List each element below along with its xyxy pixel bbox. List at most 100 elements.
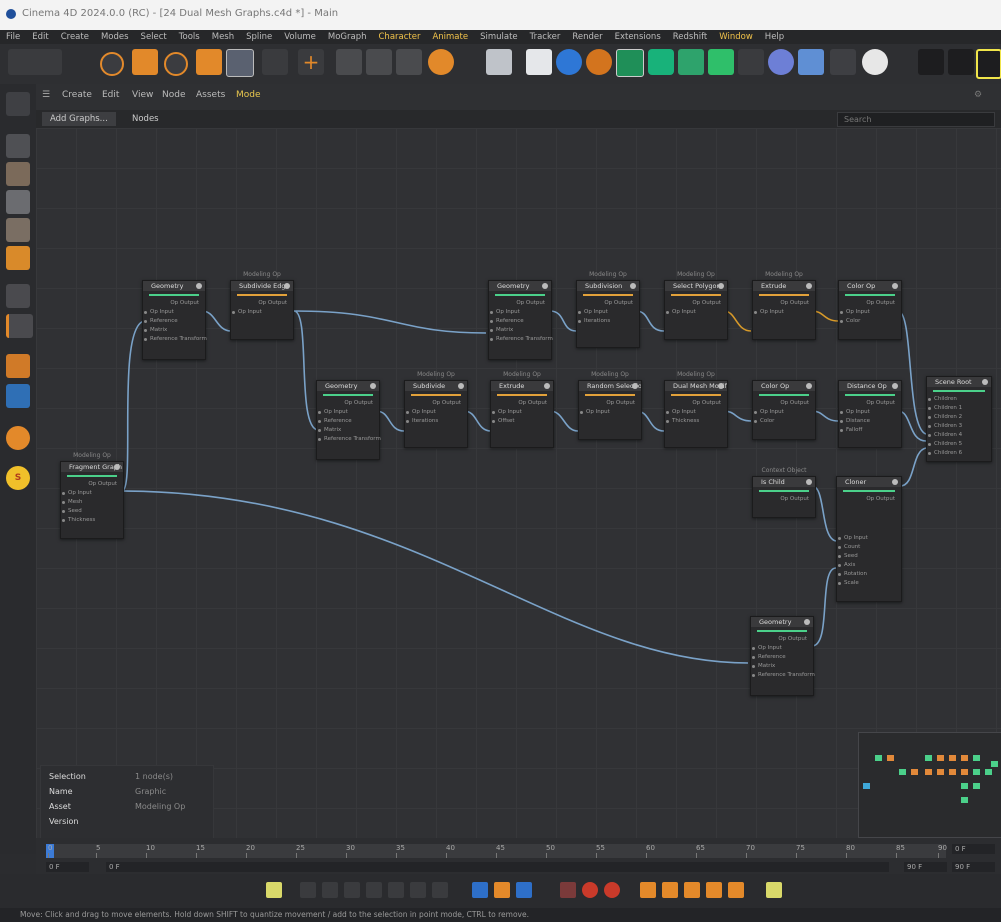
sound-icon[interactable]: [516, 882, 532, 898]
node-geometry-1[interactable]: Geometry Op Output Op Input Reference Ma…: [142, 280, 207, 360]
scale-key-icon[interactable]: [684, 882, 700, 898]
node-minimap[interactable]: [858, 732, 1001, 838]
node-output[interactable]: Op Output: [231, 299, 293, 308]
node-output[interactable]: Op Output: [837, 495, 901, 504]
menu-edit[interactable]: Edit: [26, 30, 54, 44]
node-port[interactable]: Matrix: [317, 426, 379, 435]
node-menu-icon[interactable]: [632, 383, 638, 389]
node-port[interactable]: Op Input: [317, 408, 379, 417]
node-menu-icon[interactable]: [718, 383, 724, 389]
menu-simulate[interactable]: Simulate: [474, 30, 524, 44]
timeline-ruler[interactable]: 0 5 10 15 20 25 30 35 40 45 50 55 60 65 …: [46, 844, 947, 858]
model-mode-icon[interactable]: [6, 134, 30, 158]
node-port[interactable]: Op Input: [579, 408, 641, 417]
node-port[interactable]: Op Input: [405, 408, 467, 417]
node-port[interactable]: Children 5: [927, 440, 991, 449]
menu-redshift[interactable]: Redshift: [667, 30, 714, 44]
node-menu-icon[interactable]: [804, 619, 810, 625]
node-port[interactable]: Op Input: [839, 308, 901, 317]
node-port[interactable]: Op Input: [837, 534, 901, 543]
snap-icon[interactable]: [262, 49, 288, 75]
node-output[interactable]: Op Output: [753, 299, 815, 308]
point-level-key-icon[interactable]: [728, 882, 744, 898]
node-menu-icon[interactable]: [982, 379, 988, 385]
node-random-selection[interactable]: Modeling Op Random Selection Op Output O…: [578, 371, 642, 440]
node-port[interactable]: Offset: [491, 417, 553, 426]
node-scene-root[interactable]: Scene Root Children Children 1 Children …: [926, 376, 992, 462]
playback-speed-icon[interactable]: [494, 882, 510, 898]
next-frame-icon[interactable]: [388, 882, 404, 898]
node-port[interactable]: Op Input: [491, 408, 553, 417]
field-icon[interactable]: [708, 49, 734, 75]
node-output[interactable]: Op Output: [143, 299, 205, 308]
rotate-icon[interactable]: [164, 52, 188, 76]
loop-icon[interactable]: [472, 882, 488, 898]
menu-modes[interactable]: Modes: [95, 30, 135, 44]
menu-extensions[interactable]: Extensions: [609, 30, 667, 44]
menu-create[interactable]: Create: [55, 30, 95, 44]
previous-frame-icon[interactable]: [344, 882, 360, 898]
node-geometry-3[interactable]: Geometry Op Output Op Input Reference Ma…: [316, 380, 381, 460]
node-port[interactable]: Matrix: [751, 662, 813, 671]
node-port[interactable]: Op Input: [753, 408, 815, 417]
node-port[interactable]: Count: [837, 543, 901, 552]
node-menu-create[interactable]: Create: [62, 90, 92, 100]
node-geometry-4[interactable]: Geometry Op Output Op Input Reference Ma…: [750, 616, 815, 696]
keyframe-selection-icon[interactable]: [604, 882, 620, 898]
node-port[interactable]: Op Input: [751, 644, 813, 653]
node-menu-icon[interactable]: [630, 283, 636, 289]
node-port[interactable]: Children 1: [927, 404, 991, 413]
polygons-mode-icon[interactable]: [6, 246, 30, 270]
node-color-op-1[interactable]: Color Op Op Output Op Input Color: [838, 280, 902, 340]
node-output[interactable]: Op Output: [405, 399, 467, 408]
autokey-icon[interactable]: [582, 882, 598, 898]
node-port[interactable]: Children 2: [927, 413, 991, 422]
node-port[interactable]: Reference Transform: [751, 671, 815, 680]
preview-start-field[interactable]: 0 F: [106, 862, 889, 872]
node-port[interactable]: Falloff: [839, 426, 901, 435]
node-output[interactable]: Op Output: [839, 399, 901, 408]
menu-mesh[interactable]: Mesh: [206, 30, 240, 44]
next-key-icon[interactable]: [410, 882, 426, 898]
menu-help[interactable]: Help: [759, 30, 790, 44]
motion-system-icon[interactable]: [766, 882, 782, 898]
start-frame-field[interactable]: 0 F: [46, 862, 89, 872]
render-region-icon[interactable]: [918, 49, 944, 75]
scene-icon[interactable]: [768, 49, 794, 75]
node-output[interactable]: Op Output: [317, 399, 379, 408]
current-frame-field[interactable]: 0 F: [952, 844, 995, 854]
panel-options-icon[interactable]: ⚙: [974, 90, 982, 100]
rotation-key-icon[interactable]: [662, 882, 678, 898]
menu-select[interactable]: Select: [135, 30, 173, 44]
coordinate-system-icon[interactable]: [428, 49, 454, 75]
node-port[interactable]: Distance: [839, 417, 901, 426]
node-menu-assets[interactable]: Assets: [196, 90, 225, 100]
node-output[interactable]: Op Output: [839, 299, 901, 308]
node-menu-icon[interactable]: [892, 479, 898, 485]
end-frame-field[interactable]: 90 F: [952, 862, 995, 872]
menu-tools[interactable]: Tools: [173, 30, 206, 44]
tab-nodes[interactable]: Nodes: [124, 112, 167, 126]
workplane-icon[interactable]: [6, 384, 30, 408]
node-distance-op[interactable]: Distance Op Op Output Op Input Distance …: [838, 380, 902, 448]
node-subdivide-edge[interactable]: Modeling Op Subdivide Edge Op Output Op …: [230, 271, 294, 340]
node-port[interactable]: Reference: [143, 317, 205, 326]
camera-icon[interactable]: [830, 49, 856, 75]
node-fragment-graph[interactable]: Modeling Op Fragment Graph Op Output Op …: [60, 452, 124, 539]
light-icon[interactable]: [862, 49, 888, 75]
solo-icon[interactable]: S: [6, 466, 30, 490]
node-port[interactable]: Iterations: [577, 317, 639, 326]
node-menu-icon[interactable]: [284, 283, 290, 289]
edges-mode-icon[interactable]: [6, 218, 30, 242]
node-port[interactable]: Op Input: [753, 308, 815, 317]
node-output[interactable]: Op Output: [579, 399, 641, 408]
menu-animate[interactable]: Animate: [426, 30, 474, 44]
render-view-icon[interactable]: [486, 49, 512, 75]
node-port[interactable]: Children 4: [927, 431, 991, 440]
transform-icon[interactable]: [226, 49, 254, 77]
cloner-icon[interactable]: [648, 49, 674, 75]
node-output[interactable]: Op Output: [489, 299, 551, 308]
node-port[interactable]: Reference Transform: [317, 435, 381, 444]
node-menu-icon[interactable]: [542, 283, 548, 289]
node-port[interactable]: Reference Transform: [489, 335, 553, 344]
